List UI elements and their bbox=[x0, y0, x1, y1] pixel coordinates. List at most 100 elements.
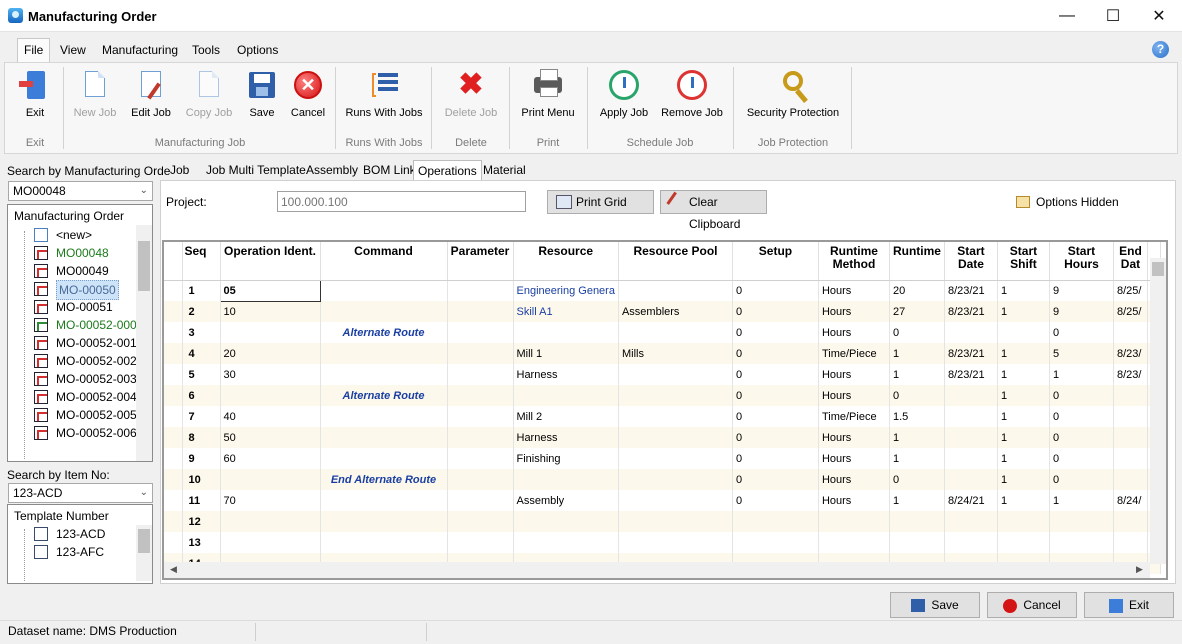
print-grid-button[interactable]: Print Grid bbox=[547, 190, 654, 214]
table-cell[interactable]: 1 bbox=[997, 406, 1050, 427]
table-cell[interactable]: 0 bbox=[1049, 448, 1114, 469]
table-cell[interactable] bbox=[944, 406, 998, 427]
table-cell[interactable]: 1 bbox=[997, 427, 1050, 448]
table-row[interactable]: 2 10 Skill A1 Assemblers 0 Hours 27 8/23/21 1 9 8/… bbox=[164, 301, 1162, 322]
table-cell[interactable] bbox=[944, 469, 998, 490]
table-cell[interactable]: 8/24/21 bbox=[944, 490, 998, 511]
table-cell[interactable]: 4 bbox=[182, 343, 221, 364]
table-cell[interactable]: 1.5 bbox=[889, 406, 945, 427]
table-cell[interactable]: 0 bbox=[732, 343, 819, 364]
table-cell[interactable]: 9 bbox=[182, 448, 221, 469]
table-cell[interactable] bbox=[997, 511, 1050, 532]
table-cell[interactable]: 8/25/ bbox=[1113, 301, 1148, 322]
table-cell[interactable]: 0 bbox=[732, 469, 819, 490]
cancel-ribbon-button[interactable]: ✕ Cancel bbox=[285, 67, 331, 127]
table-cell[interactable] bbox=[1113, 448, 1148, 469]
column-header[interactable]: Resource bbox=[513, 242, 619, 281]
help-icon[interactable]: ? bbox=[1152, 41, 1169, 58]
table-cell[interactable] bbox=[1113, 322, 1148, 343]
table-cell[interactable]: 11 bbox=[182, 490, 221, 511]
table-cell[interactable]: 9 bbox=[1049, 280, 1114, 301]
table-cell[interactable]: 27 bbox=[889, 301, 945, 322]
table-cell[interactable] bbox=[1113, 469, 1148, 490]
tab-operations[interactable]: Operations bbox=[413, 160, 482, 180]
row-header[interactable] bbox=[164, 427, 183, 448]
table-cell[interactable]: Skill A1 bbox=[513, 301, 619, 322]
table-cell[interactable] bbox=[818, 532, 890, 553]
tab-job-multi-template[interactable]: Job Multi Template bbox=[202, 160, 310, 180]
clear-clipboard-button[interactable]: Clear Clipboard bbox=[660, 190, 767, 231]
table-cell[interactable] bbox=[220, 532, 321, 553]
table-cell[interactable]: 10 bbox=[182, 469, 221, 490]
column-header[interactable]: Start Date bbox=[944, 242, 998, 281]
table-cell[interactable] bbox=[944, 322, 998, 343]
table-cell[interactable] bbox=[944, 448, 998, 469]
close-button[interactable]: ✕ bbox=[1136, 0, 1182, 32]
table-cell[interactable] bbox=[944, 532, 998, 553]
table-cell[interactable] bbox=[818, 511, 890, 532]
menu-view[interactable]: View bbox=[54, 38, 92, 62]
table-cell[interactable] bbox=[320, 343, 448, 364]
row-header[interactable] bbox=[164, 469, 183, 490]
row-header[interactable] bbox=[164, 364, 183, 385]
table-cell[interactable]: 1 bbox=[997, 448, 1050, 469]
table-cell[interactable]: Hours bbox=[818, 322, 890, 343]
table-cell[interactable] bbox=[618, 469, 733, 490]
table-row[interactable]: 960Finishing0Hours1101 bbox=[164, 448, 1162, 469]
menu-tools[interactable]: Tools bbox=[186, 38, 226, 62]
table-cell[interactable] bbox=[447, 280, 514, 301]
menu-file[interactable]: File bbox=[17, 38, 51, 62]
table-cell[interactable]: 1 bbox=[889, 364, 945, 385]
table-cell[interactable]: Mill 1 bbox=[513, 343, 619, 364]
remove-job-button[interactable]: Remove Job bbox=[657, 67, 727, 127]
table-cell[interactable] bbox=[997, 322, 1050, 343]
table-cell[interactable]: 8/23/21 bbox=[944, 280, 998, 301]
table-cell[interactable] bbox=[732, 511, 819, 532]
table-cell[interactable]: 0 bbox=[1049, 385, 1114, 406]
table-cell[interactable] bbox=[618, 427, 733, 448]
table-cell[interactable]: 30 bbox=[220, 364, 321, 385]
tab-job[interactable]: Job bbox=[166, 160, 193, 180]
table-cell[interactable] bbox=[447, 532, 514, 553]
table-cell[interactable]: Mills bbox=[618, 343, 733, 364]
row-header[interactable] bbox=[164, 448, 183, 469]
table-cell[interactable] bbox=[220, 322, 321, 343]
new-job-button[interactable]: New Job bbox=[69, 67, 121, 127]
table-cell[interactable]: Finishing bbox=[513, 448, 619, 469]
table-cell[interactable]: 1 bbox=[889, 448, 945, 469]
table-cell[interactable]: 40 bbox=[220, 406, 321, 427]
row-header[interactable] bbox=[164, 385, 183, 406]
table-cell[interactable]: 8/23/21 bbox=[944, 343, 998, 364]
table-cell[interactable] bbox=[1113, 427, 1148, 448]
table-cell[interactable] bbox=[1113, 385, 1148, 406]
table-cell[interactable] bbox=[320, 532, 448, 553]
search-item-combo[interactable]: 123-ACD ⌄ bbox=[8, 483, 153, 503]
print-menu-button[interactable]: Print Menu bbox=[515, 67, 581, 127]
table-cell[interactable] bbox=[320, 280, 448, 301]
table-row[interactable]: 1170Assembly0Hours18/24/21118/24/1 bbox=[164, 490, 1162, 511]
table-cell[interactable]: 70 bbox=[220, 490, 321, 511]
table-cell[interactable]: 0 bbox=[732, 280, 819, 301]
menu-manufacturing[interactable]: Manufacturing bbox=[96, 38, 184, 62]
table-row[interactable]: 850Harness0Hours1101 bbox=[164, 427, 1162, 448]
table-cell[interactable]: 0 bbox=[732, 364, 819, 385]
table-cell[interactable]: 8 bbox=[182, 427, 221, 448]
table-cell[interactable] bbox=[220, 385, 321, 406]
column-header[interactable]: Runtime Method bbox=[818, 242, 890, 281]
table-cell[interactable]: Assemblers bbox=[618, 301, 733, 322]
row-header[interactable] bbox=[164, 301, 183, 322]
table-row[interactable]: 3 Alternate Route 0 Hours 0 0 bbox=[164, 322, 1162, 343]
table-cell[interactable]: 9 bbox=[1049, 301, 1114, 322]
table-cell[interactable] bbox=[447, 427, 514, 448]
column-header[interactable]: Resource Pool bbox=[618, 242, 733, 281]
table-cell[interactable]: 1 bbox=[997, 280, 1050, 301]
table-cell[interactable] bbox=[447, 385, 514, 406]
table-cell[interactable]: 1 bbox=[889, 343, 945, 364]
save-button[interactable]: Save bbox=[890, 592, 980, 618]
table-cell[interactable]: Hours bbox=[818, 469, 890, 490]
row-header[interactable] bbox=[164, 511, 183, 532]
table-cell[interactable]: 1 bbox=[1049, 490, 1114, 511]
table-cell[interactable]: 8/23/21 bbox=[944, 301, 998, 322]
table-cell[interactable]: 6 bbox=[182, 385, 221, 406]
table-cell[interactable] bbox=[889, 532, 945, 553]
